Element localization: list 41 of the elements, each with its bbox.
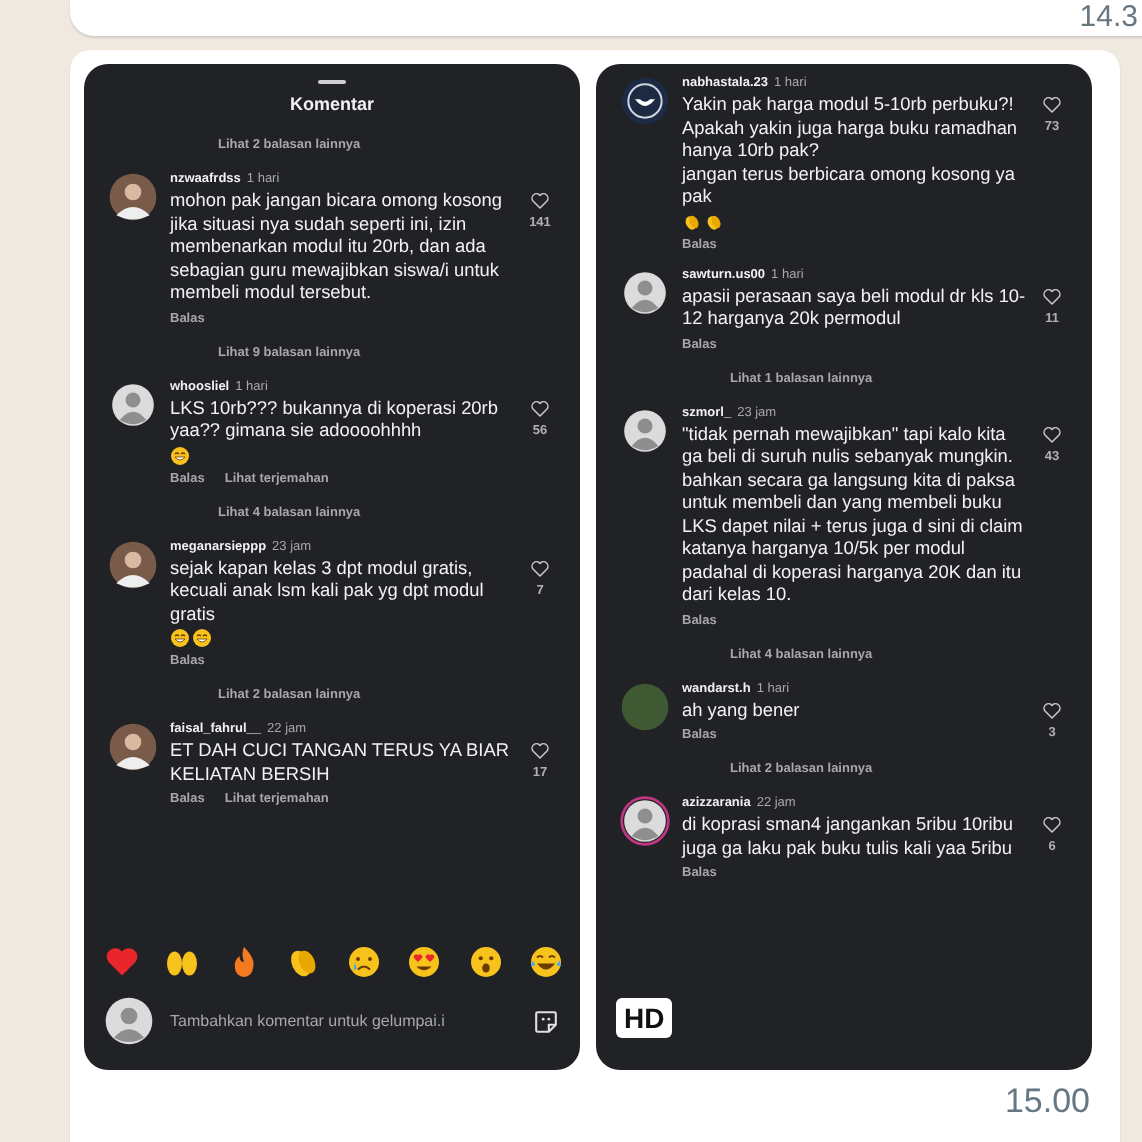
heart-icon[interactable] — [530, 559, 550, 577]
smiley-icon[interactable] — [467, 944, 504, 980]
comment-text: sejak kapan kelas 3 dpt modul gratis, kecuali anak lsm kali pak yg dpt modul gratis — [170, 557, 486, 626]
heart-icon[interactable] — [1042, 701, 1062, 719]
heart-icon[interactable] — [1042, 96, 1062, 114]
panel-title: Komentar — [287, 94, 376, 114]
heart-icon[interactable] — [530, 399, 550, 417]
avatar-icon[interactable] — [108, 539, 158, 589]
avatar-icon[interactable] — [108, 722, 158, 772]
avatar-icon[interactable] — [108, 172, 158, 222]
smiley-icon[interactable] — [527, 944, 564, 980]
heart-icon[interactable] — [1042, 816, 1062, 834]
smiley-icon[interactable] — [406, 944, 443, 980]
avatar-icon — [104, 996, 154, 1046]
drag-handle — [318, 80, 346, 84]
message-time: 15.00 — [1004, 1082, 1090, 1122]
avatar-icon[interactable] — [620, 76, 670, 126]
comment-text: "tidak pernah mewajibkan" tapi kalo kita ga beli di suruh nulis sebanyak mungkin. bahkan secara ga langsung kita di paksa untuk membeli dan yang membeli buku LKS dapet nilai + terus juga d sini di claim katanya harganya 10/5k per modul padahal di koperasi harganya 20K dan itu dari kelas 10. — [682, 423, 1025, 607]
comment-text: Yakin pak harga modul 5-10rb perbuku?! Apakah yakin juga harga buku ramadhan hanya 10rb pak? jangan terus berbicara omong kosong ya pak — [682, 94, 1020, 209]
smiley-icon[interactable] — [346, 944, 383, 980]
message-time: 14.3 — [1079, 2, 1138, 34]
comment-input[interactable]: Tambahkan komentar untuk gelumpai.i — [170, 1012, 516, 1030]
comment-text: mohon pak jangan bicara omong kosong jika situasi nya sudah seperti ini, izin membenarkan modul itu 20rb, dan ada sebagian guru mewajibkan siswa/i untuk membeli modul tersebut. — [170, 190, 504, 305]
smiley-icon — [170, 628, 190, 648]
smiley-icon — [170, 445, 190, 465]
smiley-icon — [192, 628, 212, 648]
sticker-icon[interactable] — [532, 1007, 560, 1035]
heart-icon[interactable] — [530, 192, 550, 210]
avatar-icon[interactable] — [108, 379, 158, 429]
avatar-icon[interactable] — [620, 405, 670, 455]
comment-text: apasii perasaan saya beli modul dr kls 10-12 harganya 20k permodul — [682, 285, 1028, 331]
avatar-icon[interactable] — [620, 267, 670, 317]
avatar-icon[interactable] — [620, 796, 670, 846]
heart-icon[interactable] — [1042, 287, 1062, 305]
heart-icon[interactable] — [1042, 425, 1062, 443]
hd-badge: HD — [616, 998, 673, 1038]
comment-text: ah yang bener — [682, 699, 802, 722]
comment-text: di koprasi sman4 jangankan 5ribu 10ribu juga ga laku pak buku tulis kali yaa 5ribu — [682, 814, 1015, 860]
comment-text: ET DAH CUCI TANGAN TERUS YA BIAR KELIATAN BERSIH — [170, 740, 511, 786]
comment-text: LKS 10rb??? bukannya di koperasi 20rb yaa?? gimana sie adoooohhhh — [170, 397, 500, 443]
heart-icon[interactable] — [530, 742, 550, 760]
